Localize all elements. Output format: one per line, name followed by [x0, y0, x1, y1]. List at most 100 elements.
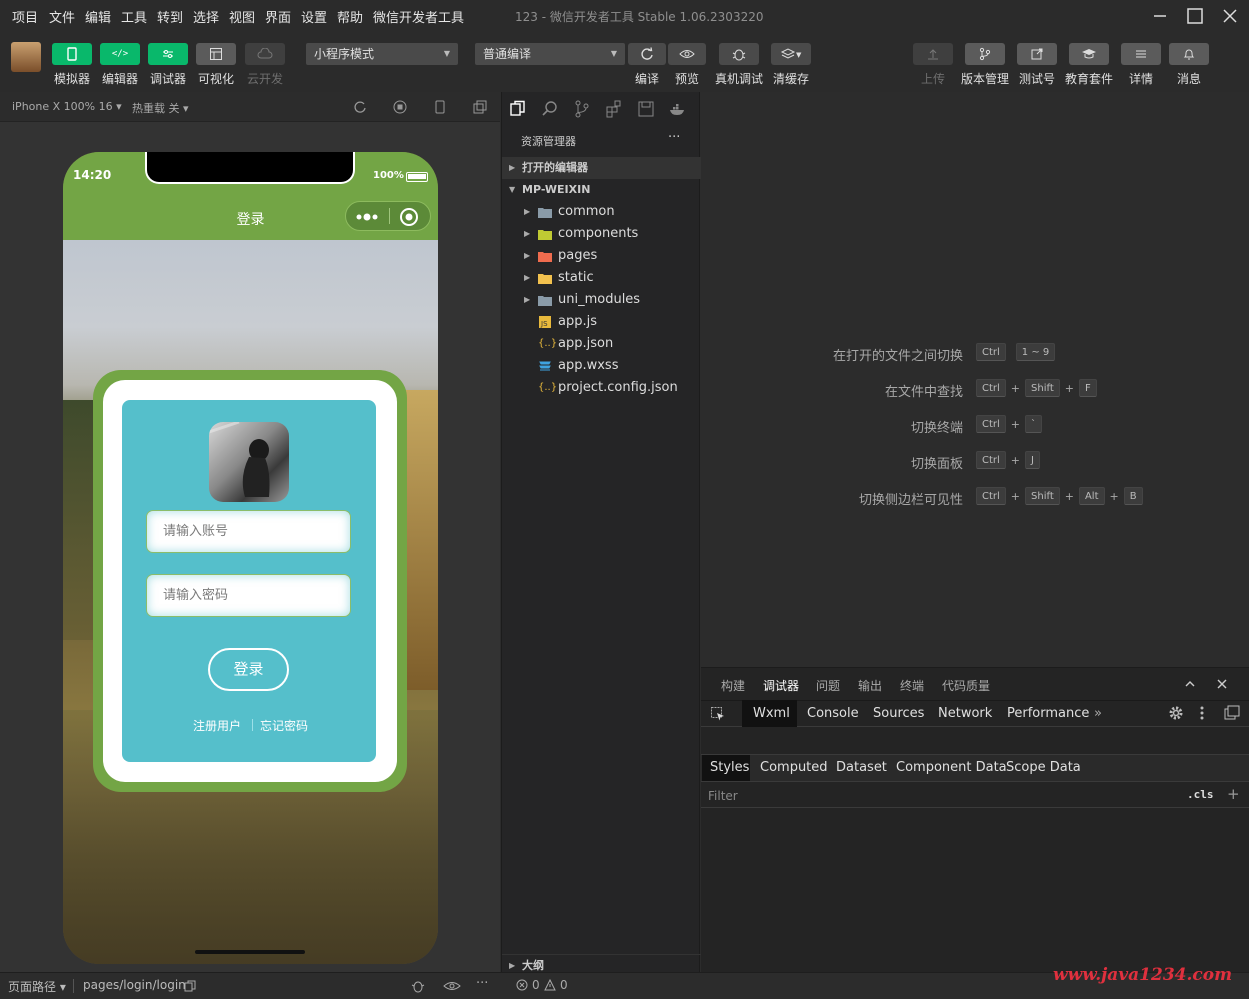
close-miniprogram-icon[interactable]: [399, 207, 419, 227]
maximize-icon[interactable]: [1185, 6, 1205, 26]
copy-icon[interactable]: [184, 980, 196, 992]
tab-computed[interactable]: Computed: [760, 755, 828, 781]
add-rule-icon[interactable]: +: [1227, 785, 1240, 803]
bug-icon[interactable]: [719, 43, 759, 65]
compile-select[interactable]: 普通编译 ▼: [475, 43, 625, 65]
menu-edit[interactable]: 编辑: [85, 7, 111, 26]
mode-select[interactable]: 小程序模式 ▼: [306, 43, 458, 65]
rotate-icon[interactable]: [353, 100, 367, 114]
folder-common[interactable]: ▶ common: [502, 201, 701, 223]
minimize-icon[interactable]: [1150, 6, 1170, 26]
explorer-more-button[interactable]: ···: [668, 130, 680, 145]
tab-output[interactable]: 输出: [858, 677, 882, 694]
forgot-password-link[interactable]: 忘记密码: [260, 717, 308, 734]
chevron-up-icon[interactable]: [1184, 678, 1196, 690]
cls-button[interactable]: .cls: [1187, 788, 1214, 801]
error-count[interactable]: 0: [532, 978, 540, 992]
device-select[interactable]: iPhone X 100% 16 ▾: [12, 100, 122, 113]
more-options-icon[interactable]: ···: [476, 976, 488, 991]
inspect-icon[interactable]: [710, 706, 726, 722]
tab-console[interactable]: Console: [807, 700, 859, 726]
avatar[interactable]: [11, 42, 41, 72]
tab-scope-data[interactable]: Scope Data: [1006, 755, 1081, 781]
files-icon[interactable]: [509, 100, 527, 118]
tab-performance[interactable]: Performance: [1007, 700, 1089, 726]
search-icon[interactable]: [541, 100, 559, 118]
kebab-menu-icon[interactable]: [1198, 705, 1206, 721]
tab-dataset[interactable]: Dataset: [836, 755, 887, 781]
folder-uni-modules[interactable]: ▶ uni_modules: [502, 289, 701, 311]
login-button[interactable]: 登录: [208, 648, 289, 691]
close-window-icon[interactable]: [1220, 6, 1240, 26]
open-editors-section[interactable]: ▶ 打开的编辑器: [502, 157, 701, 179]
menu-tools[interactable]: 工具: [121, 7, 147, 26]
phone-icon[interactable]: [434, 100, 446, 114]
tab-terminal[interactable]: 终端: [900, 677, 924, 694]
gear-icon[interactable]: [1168, 705, 1184, 721]
simulator-button[interactable]: [52, 43, 92, 65]
page-path-select[interactable]: 页面路径 ▾: [8, 978, 66, 995]
file-app-js[interactable]: JS app.js: [502, 311, 701, 333]
bug-icon[interactable]: [410, 978, 426, 994]
extensions-icon[interactable]: [605, 100, 623, 118]
cloud-button[interactable]: [245, 43, 285, 65]
close-panel-icon[interactable]: [1216, 678, 1228, 690]
styles-filter-input[interactable]: Filter: [708, 789, 738, 803]
hotreload-toggle[interactable]: 热重载 关 ▾: [132, 100, 189, 116]
layers-icon[interactable]: ▼: [771, 43, 811, 65]
folder-components[interactable]: ▶ components: [502, 223, 701, 245]
storage-icon[interactable]: [637, 100, 655, 118]
eye-icon[interactable]: [443, 980, 461, 992]
refresh-icon[interactable]: [628, 43, 666, 65]
folder-pages[interactable]: ▶ pages: [502, 245, 701, 267]
warning-count[interactable]: 0: [560, 978, 568, 992]
docker-icon[interactable]: [669, 100, 687, 118]
menu-view[interactable]: 视图: [229, 7, 255, 26]
editor-button[interactable]: </>: [100, 43, 140, 65]
upload-icon[interactable]: [913, 43, 953, 65]
account-input[interactable]: 请输入账号: [146, 510, 351, 553]
menu-help[interactable]: 帮助: [337, 7, 363, 26]
tab-problems[interactable]: 问题: [816, 677, 840, 694]
menu-interface[interactable]: 界面: [265, 7, 291, 26]
detach-icon[interactable]: [473, 100, 487, 114]
menu-select[interactable]: 选择: [193, 7, 219, 26]
capsule-menu[interactable]: [345, 201, 431, 231]
menu-project[interactable]: 项目: [12, 7, 38, 26]
dock-icon[interactable]: [1224, 705, 1240, 721]
tab-sources[interactable]: Sources: [873, 700, 924, 726]
more-tabs-icon[interactable]: »: [1094, 700, 1102, 726]
register-link[interactable]: 注册用户: [193, 717, 241, 734]
folder-static[interactable]: ▶ static: [502, 267, 701, 289]
menu-goto[interactable]: 转到: [157, 7, 183, 26]
file-app-wxss[interactable]: app.wxss: [502, 355, 701, 377]
debugger-button[interactable]: [148, 43, 188, 65]
tab-styles[interactable]: Styles: [710, 755, 749, 781]
eye-icon[interactable]: [668, 43, 706, 65]
external-link-icon[interactable]: [1017, 43, 1057, 65]
more-dots-icon[interactable]: [356, 211, 380, 223]
label: J: [1025, 451, 1040, 469]
bell-icon[interactable]: [1169, 43, 1209, 65]
menu-file[interactable]: 文件: [49, 7, 75, 26]
visual-button[interactable]: [196, 43, 236, 65]
password-input[interactable]: 请输入密码: [146, 574, 351, 617]
tab-build[interactable]: 构建: [721, 677, 745, 694]
stop-icon[interactable]: [393, 100, 407, 114]
tab-network[interactable]: Network: [938, 700, 992, 726]
tab-debugger[interactable]: 调试器: [763, 677, 799, 694]
login-card: 请输入账号 请输入密码 登录 注册用户 忘记密码: [93, 370, 407, 792]
tab-component-data[interactable]: Component Data: [896, 755, 1007, 781]
branch-icon[interactable]: [965, 43, 1005, 65]
education-label: 教育套件: [1064, 72, 1113, 86]
menu-lines-icon[interactable]: [1121, 43, 1161, 65]
menu-settings[interactable]: 设置: [301, 7, 327, 26]
menu-devtools[interactable]: 微信开发者工具: [373, 7, 464, 26]
graduation-cap-icon[interactable]: [1069, 43, 1109, 65]
project-section[interactable]: ▼ MP-WEIXIN: [502, 179, 701, 201]
tab-code-quality[interactable]: 代码质量: [942, 677, 990, 694]
file-app-json[interactable]: {..} app.json: [502, 333, 701, 355]
source-control-icon[interactable]: [573, 100, 591, 118]
tab-wxml[interactable]: Wxml: [753, 700, 790, 726]
file-project-config[interactable]: {..} project.config.json: [502, 377, 701, 399]
